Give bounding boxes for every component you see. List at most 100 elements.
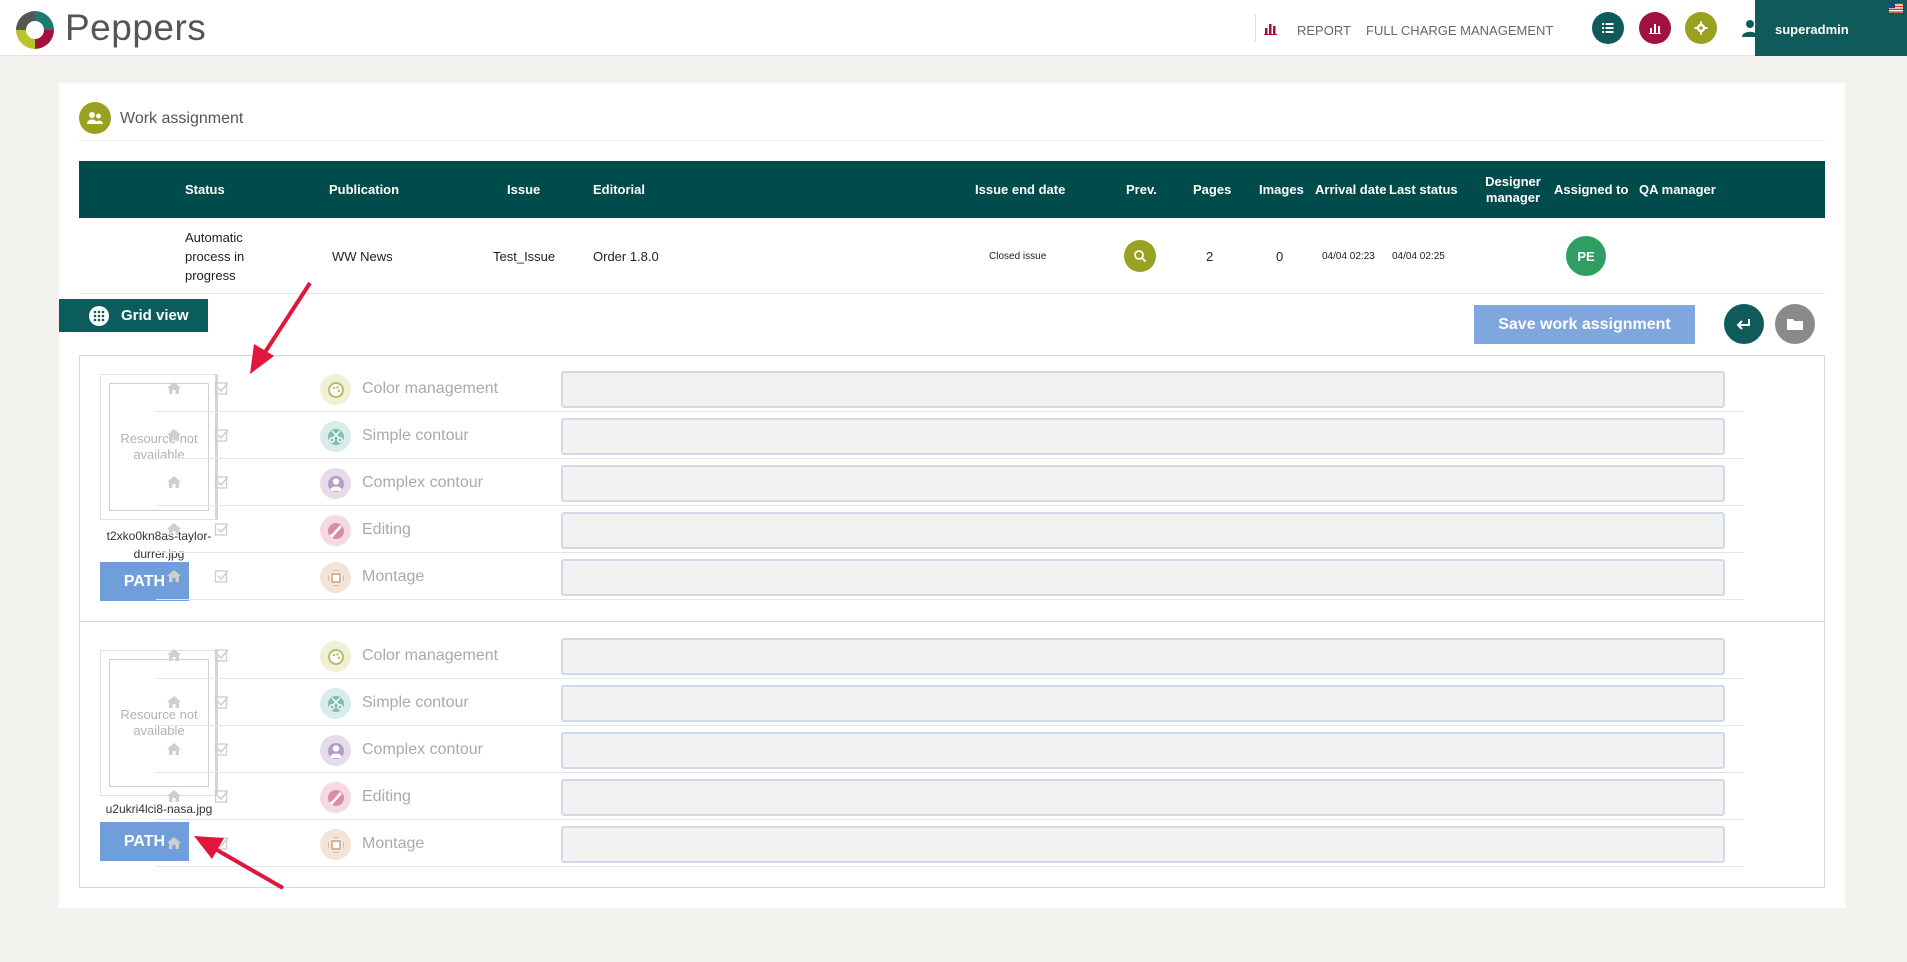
- task-assignee-field[interactable]: [561, 418, 1725, 455]
- return-button[interactable]: [1724, 304, 1764, 344]
- checkbox-icon[interactable]: [214, 694, 230, 710]
- task-label: Montage: [362, 835, 425, 852]
- task-row: Complex contour: [156, 459, 1744, 506]
- task-assignee-field[interactable]: [561, 732, 1725, 769]
- task-assignee-field[interactable]: [561, 685, 1725, 722]
- task-assignee-field[interactable]: [561, 638, 1725, 675]
- task-label: Editing: [362, 521, 411, 538]
- checkbox-icon[interactable]: [214, 568, 230, 584]
- checkbox-icon[interactable]: [214, 380, 230, 396]
- task-row: Editing: [156, 773, 1744, 820]
- col-arrival-date[interactable]: Arrival date: [1315, 161, 1387, 218]
- return-icon: [1736, 319, 1750, 330]
- table-header: Status Publication Issue Editorial Issue…: [79, 161, 1825, 218]
- nav-full-charge-link[interactable]: FULL CHARGE MANAGEMENT: [1366, 23, 1553, 38]
- preview-button[interactable]: [1124, 240, 1156, 272]
- cell-publication: WW News: [332, 248, 393, 264]
- home-icon[interactable]: [166, 835, 182, 851]
- task-row: Editing: [156, 506, 1744, 553]
- task-label: Color management: [362, 647, 499, 664]
- home-icon[interactable]: [166, 568, 182, 584]
- folder-icon: [1787, 319, 1803, 330]
- brush-icon: [320, 782, 351, 813]
- grid-view-button[interactable]: Grid view: [59, 299, 208, 332]
- cell-pages: 2: [1206, 248, 1214, 264]
- col-last-status[interactable]: Last status: [1389, 161, 1458, 218]
- statistics-button[interactable]: [1639, 12, 1671, 44]
- home-icon[interactable]: [166, 694, 182, 710]
- checkbox-icon[interactable]: [214, 788, 230, 804]
- brush-icon: [320, 515, 351, 546]
- table-row[interactable]: Automatic process in progress WW News Te…: [79, 218, 1825, 294]
- gear-icon: [1694, 21, 1708, 35]
- checkbox-icon[interactable]: [214, 647, 230, 663]
- task-label: Complex contour: [362, 474, 483, 491]
- col-issue[interactable]: Issue: [507, 161, 540, 218]
- list-icon: [1602, 23, 1614, 33]
- us-flag-icon[interactable]: [1889, 3, 1903, 13]
- save-work-assignment-button[interactable]: Save work assignment: [1474, 305, 1695, 344]
- col-assigned-to[interactable]: Assigned to: [1554, 161, 1628, 218]
- task-row: Simple contour: [156, 679, 1744, 726]
- task-assignee-field[interactable]: [561, 826, 1725, 863]
- task-assignee-field[interactable]: [561, 779, 1725, 816]
- task-row: Color management: [156, 632, 1744, 679]
- users-icon: [87, 112, 103, 124]
- col-publication[interactable]: Publication: [329, 161, 399, 218]
- task-row: Simple contour: [156, 412, 1744, 459]
- col-qa-manager[interactable]: QA manager: [1639, 161, 1716, 218]
- task-row: Montage: [156, 553, 1744, 600]
- col-issue-end-date[interactable]: Issue end date: [975, 161, 1065, 218]
- task-label: Simple contour: [362, 427, 469, 444]
- col-pages[interactable]: Pages: [1193, 161, 1231, 218]
- grid-icon: [89, 305, 109, 326]
- home-icon[interactable]: [166, 741, 182, 757]
- checkbox-icon[interactable]: [214, 521, 230, 537]
- nav-divider: [1255, 14, 1256, 42]
- cell-issue-end-date: Closed issue: [989, 250, 1047, 262]
- report-chart-icon[interactable]: [1263, 20, 1279, 36]
- person-silhouette-icon: [320, 735, 351, 766]
- home-icon[interactable]: [166, 474, 182, 490]
- task-label: Color management: [362, 380, 499, 397]
- section-icon: [79, 102, 111, 134]
- home-icon[interactable]: [166, 647, 182, 663]
- col-editorial[interactable]: Editorial: [593, 161, 645, 218]
- folder-button[interactable]: [1775, 304, 1815, 344]
- divider: [79, 140, 1825, 141]
- task-assignee-field[interactable]: [561, 512, 1725, 549]
- home-icon[interactable]: [166, 788, 182, 804]
- peppers-logo-icon: [16, 11, 54, 49]
- home-icon[interactable]: [166, 380, 182, 396]
- annotation-arrow-icon: [250, 281, 312, 374]
- user-avatar-icon: [1742, 20, 1758, 37]
- checkbox-icon[interactable]: [214, 427, 230, 443]
- col-designer-manager[interactable]: Designer manager: [1473, 161, 1553, 218]
- task-assignee-field[interactable]: [561, 371, 1725, 408]
- checkbox-icon[interactable]: [214, 741, 230, 757]
- task-assignee-field[interactable]: [561, 559, 1725, 596]
- home-icon[interactable]: [166, 521, 182, 537]
- list-button[interactable]: [1592, 12, 1624, 44]
- home-icon[interactable]: [166, 427, 182, 443]
- checkbox-icon[interactable]: [214, 474, 230, 490]
- col-status[interactable]: Status: [185, 161, 225, 218]
- task-assignee-field[interactable]: [561, 465, 1725, 502]
- task-label: Montage: [362, 568, 425, 585]
- scissors-icon: [320, 688, 351, 719]
- assignee-avatar[interactable]: PE: [1566, 236, 1606, 276]
- task-row: Complex contour: [156, 726, 1744, 773]
- palette-icon: [320, 641, 351, 672]
- montage-icon: [320, 562, 351, 593]
- nav-report-link[interactable]: REPORT: [1297, 23, 1351, 38]
- settings-button[interactable]: [1685, 12, 1717, 44]
- col-images[interactable]: Images: [1259, 161, 1304, 218]
- task-row: Montage: [156, 820, 1744, 867]
- col-prev[interactable]: Prev.: [1126, 161, 1157, 218]
- brand-name[interactable]: Peppers: [65, 7, 206, 49]
- user-name[interactable]: superadmin: [1775, 22, 1849, 37]
- montage-icon: [320, 829, 351, 860]
- task-row: Color management: [156, 365, 1744, 412]
- search-icon: [1134, 250, 1147, 263]
- grid-view-label: Grid view: [121, 307, 189, 324]
